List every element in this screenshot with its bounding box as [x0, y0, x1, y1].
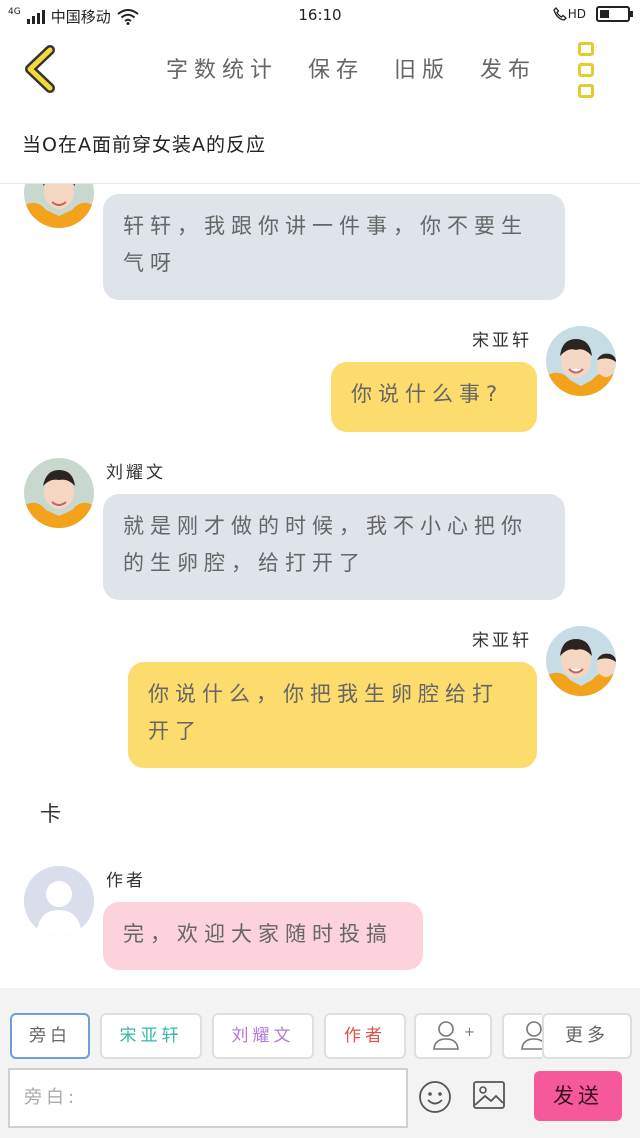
smiley-icon[interactable]	[418, 1080, 452, 1114]
role-author[interactable]: 作者	[324, 1013, 406, 1059]
message-bubble[interactable]: 就是刚才做的时候，我不小心把你的生卵腔，给打开了	[103, 494, 565, 600]
more-roles-button[interactable]: 更多	[542, 1013, 632, 1059]
old-version-button[interactable]: 旧版	[394, 52, 450, 84]
save-button[interactable]: 保存	[308, 52, 364, 84]
add-role-button-partial[interactable]	[502, 1013, 542, 1059]
role-label: 旁白	[29, 1026, 71, 1046]
role-liu-yaowen[interactable]: 刘耀文	[212, 1013, 314, 1059]
person-icon	[521, 1021, 542, 1050]
avatar-song-yaxuan[interactable]	[546, 326, 616, 396]
avatar-liu-yaowen[interactable]	[24, 184, 94, 228]
vertical-dots-menu-icon[interactable]	[578, 42, 600, 98]
word-count-button[interactable]: 字数统计	[166, 52, 278, 84]
sender-name: 刘耀文	[106, 463, 166, 483]
status-bar: 4G 中国移动 16:10 HD	[0, 0, 640, 32]
default-avatar-icon[interactable]	[24, 866, 94, 936]
send-button[interactable]: 发送	[534, 1071, 622, 1121]
hd-call-icon: HD	[552, 7, 586, 21]
composer-panel: 旁白 宋亚轩 刘耀文 作者 + 更多 旁白: 发送	[0, 988, 640, 1138]
role-label: 作者	[344, 1026, 386, 1046]
chat-area[interactable]: 轩轩，我跟你讲一件事，你不要生气呀 宋亚轩 你说什么事? 刘耀文 就是刚才做的时…	[0, 184, 640, 988]
battery-icon	[596, 6, 633, 22]
hd-label: HD	[567, 7, 586, 21]
role-narrator[interactable]: 旁白	[10, 1013, 90, 1059]
publish-button[interactable]: 发布	[480, 52, 536, 84]
add-person-icon	[433, 1021, 459, 1050]
avatar-song-yaxuan[interactable]	[546, 626, 616, 696]
sender-name: 宋亚轩	[472, 331, 532, 351]
role-label: 宋亚轩	[119, 1026, 183, 1046]
message-input[interactable]: 旁白:	[8, 1068, 408, 1128]
add-symbol: +	[464, 1025, 475, 1040]
avatar-liu-yaowen[interactable]	[24, 458, 94, 528]
message-bubble[interactable]: 完，欢迎大家随时投搞	[103, 902, 423, 970]
sender-name: 作者	[106, 871, 146, 891]
editor-toolbar: 字数统计 保存 旧版 发布	[0, 32, 640, 108]
message-bubble[interactable]: 你说什么，你把我生卵腔给打开了	[128, 662, 537, 768]
role-label: 刘耀文	[231, 1026, 295, 1046]
image-icon[interactable]	[472, 1080, 506, 1110]
story-title: 当O在A面前穿女装A的反应	[22, 134, 266, 156]
add-role-button[interactable]: +	[414, 1013, 492, 1059]
chevron-left-icon	[25, 45, 55, 93]
role-song-yaxuan[interactable]: 宋亚轩	[100, 1013, 202, 1059]
status-right: HD	[552, 6, 633, 22]
message-bubble[interactable]: 轩轩，我跟你讲一件事，你不要生气呀	[103, 194, 565, 300]
clock: 16:10	[298, 6, 342, 24]
narration-text[interactable]: 卡	[40, 798, 61, 828]
message-bubble[interactable]: 你说什么事?	[331, 362, 537, 432]
back-button[interactable]	[20, 44, 64, 94]
sender-name: 宋亚轩	[472, 631, 532, 651]
battery-level	[600, 10, 609, 18]
